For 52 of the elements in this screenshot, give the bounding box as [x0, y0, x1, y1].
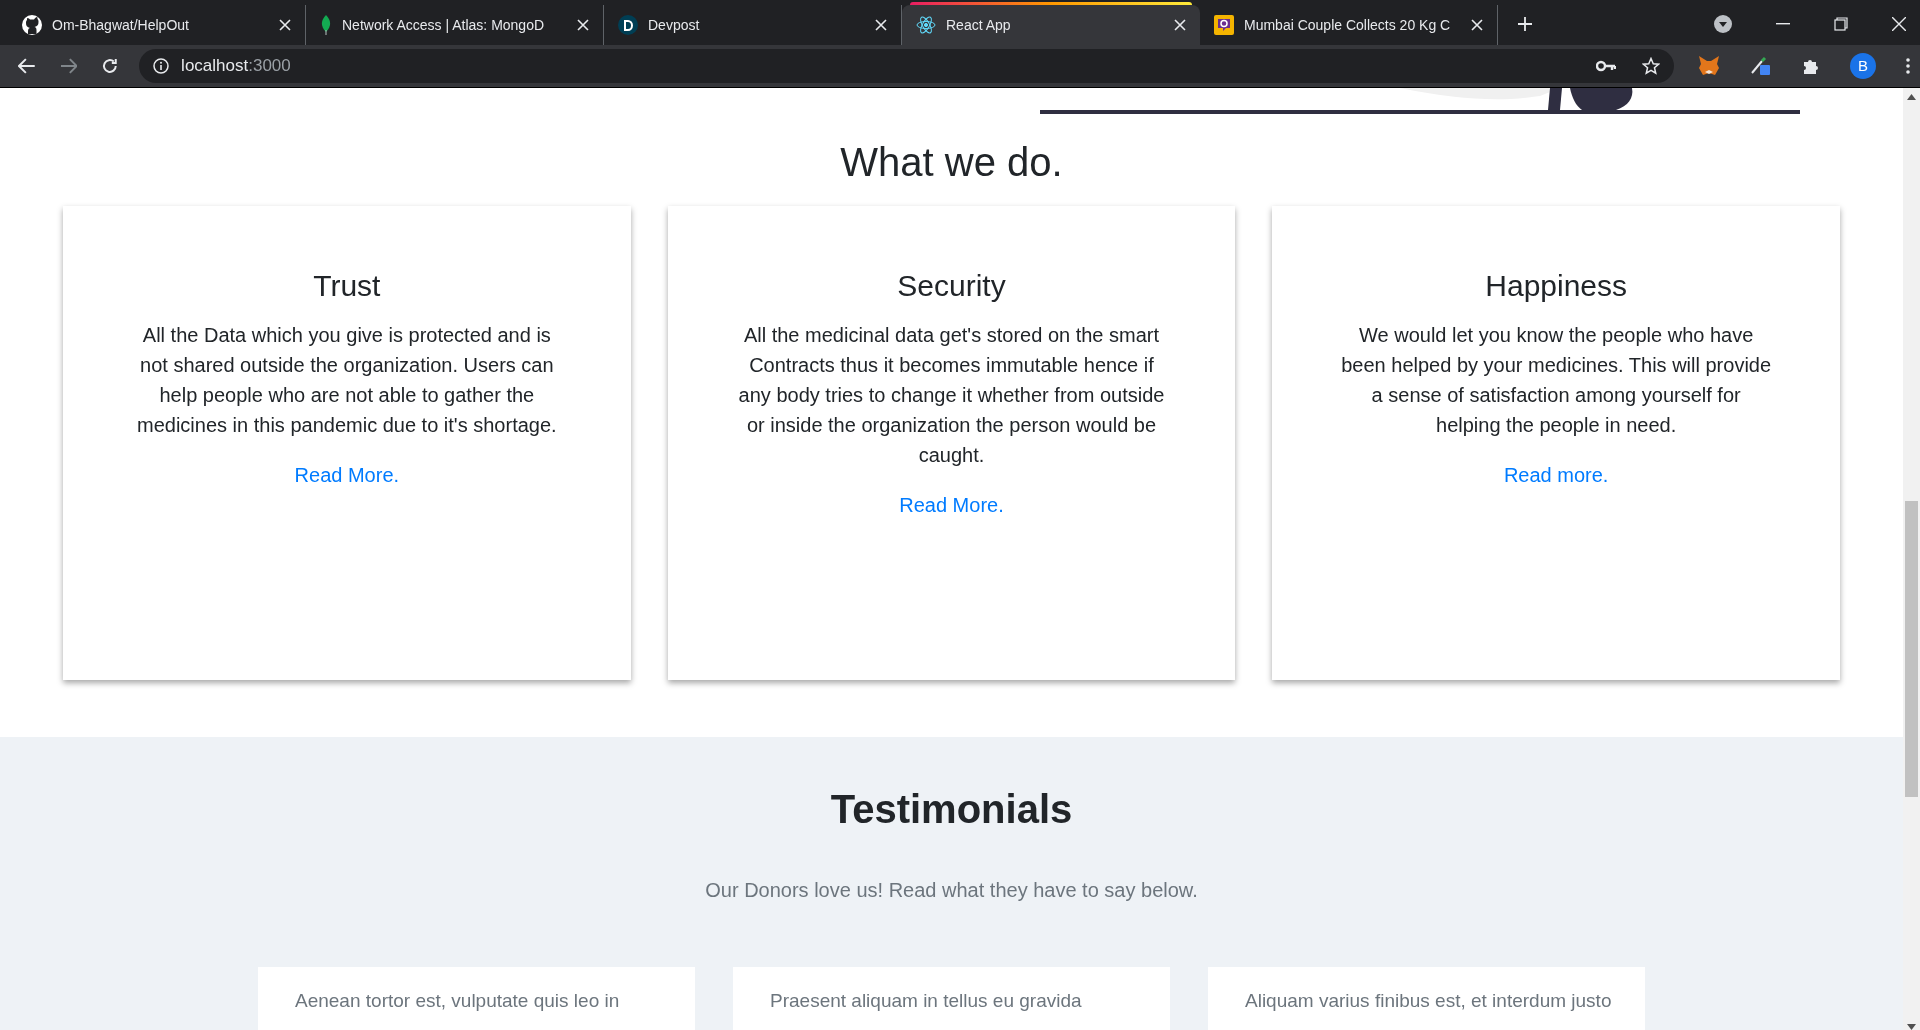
leaf-icon: [320, 15, 332, 35]
forward-arrow-icon[interactable]: [59, 58, 78, 74]
tab-search-icon[interactable]: [1714, 15, 1732, 33]
scrollbar[interactable]: [1903, 88, 1920, 1030]
back-arrow-icon[interactable]: [18, 58, 36, 74]
speech-bubble-icon: [1214, 15, 1234, 35]
tab-title: Om-Bhagwat/HelpOut: [52, 15, 189, 35]
close-icon[interactable]: [1174, 19, 1186, 31]
key-icon[interactable]: [1596, 60, 1616, 72]
url-text: localhost:3000: [181, 55, 291, 78]
close-icon[interactable]: [1471, 19, 1483, 31]
star-icon[interactable]: [1642, 57, 1660, 75]
card-text: All the Data which you give is protected and is not shared outside the organization. Users can help people who are not able to gather the medicines in this pandemic due to it's shortage.: [136, 323, 558, 438]
read-more-link[interactable]: Read More.: [899, 490, 1004, 520]
section-heading: Testimonials: [830, 786, 1073, 833]
testimonial-text: Aenean tortor est, vulputate quis leo in: [295, 989, 621, 1013]
section-heading: What we do.: [839, 139, 1064, 186]
tab-title: Network Access | Atlas: MongoD: [342, 15, 545, 35]
browser-tab[interactable]: React App: [902, 5, 1200, 45]
card-text: We would let you know the people who have been helped by your medicines. This will provide a sense of satisfaction among yourself for helping the people in need.: [1340, 323, 1773, 438]
scroll-down-icon[interactable]: [1907, 1024, 1916, 1030]
tab-title: Devpost: [648, 15, 700, 35]
restore-icon[interactable]: [1834, 17, 1848, 31]
fox-icon[interactable]: [1698, 56, 1720, 76]
new-tab-icon[interactable]: [1518, 17, 1532, 31]
scrollbar-thumb[interactable]: [1905, 501, 1918, 797]
tab-title: React App: [946, 15, 1011, 35]
info-icon[interactable]: [153, 58, 170, 74]
close-icon[interactable]: [279, 19, 291, 31]
read-more-link[interactable]: Read More.: [294, 460, 400, 490]
scroll-up-icon[interactable]: [1907, 94, 1916, 100]
atom-icon: [916, 15, 936, 35]
devpost-logo-icon: [618, 15, 638, 35]
menu-icon[interactable]: [1906, 58, 1910, 74]
address-bar[interactable]: localhost:3000: [139, 49, 1674, 83]
close-icon[interactable]: [875, 19, 887, 31]
card-text: All the medicinal data get's stored on the smart Contracts thus it becomes immutable hence if any body tries to change it whether from outside or inside the organization the person would be caught.: [737, 323, 1166, 468]
card-title: Trust: [313, 268, 381, 304]
close-icon[interactable]: [1892, 17, 1906, 31]
section-subtitle: Our Donors love us! Read what they have to say below.: [705, 878, 1198, 903]
puzzle-piece-icon[interactable]: [1802, 57, 1820, 75]
card-title: Security: [897, 268, 1006, 304]
card-title: Happiness: [1485, 268, 1628, 304]
close-icon[interactable]: [577, 19, 589, 31]
read-more-link[interactable]: Read more.: [1503, 460, 1609, 490]
minimize-icon[interactable]: [1776, 23, 1790, 25]
testimonial-text: Praesent aliquam in tellus eu gravida: [770, 989, 1083, 1013]
tab-title: Mumbai Couple Collects 20 Kg C: [1244, 15, 1451, 35]
profile-avatar[interactable]: B: [1850, 53, 1876, 79]
eyedropper-icon[interactable]: [1750, 55, 1772, 77]
github-cat-icon: [22, 15, 42, 35]
reload-icon[interactable]: [101, 57, 120, 75]
